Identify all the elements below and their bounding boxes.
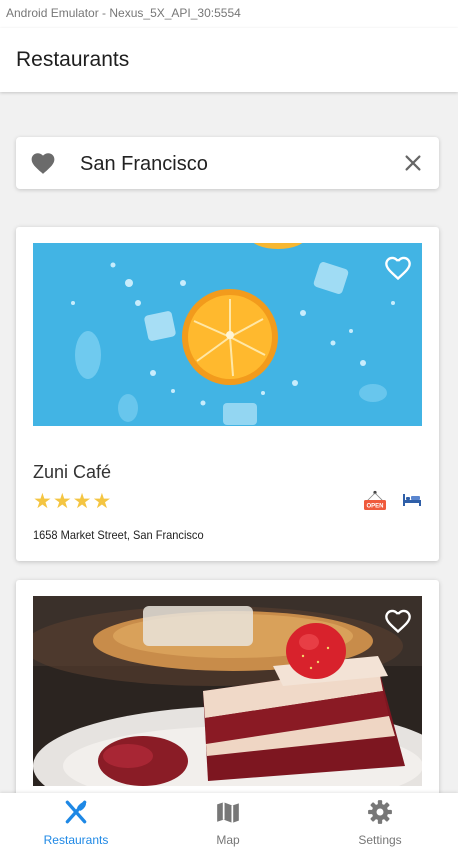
nav-settings[interactable]: Settings bbox=[304, 793, 456, 847]
restaurant-photo bbox=[33, 243, 422, 426]
nav-label: Restaurants bbox=[43, 833, 109, 847]
emulator-title: Android Emulator - Nexus_5X_API_30:5554 bbox=[0, 0, 458, 28]
search-input[interactable] bbox=[78, 149, 382, 179]
close-icon[interactable] bbox=[402, 152, 424, 174]
utensils-icon bbox=[65, 800, 87, 824]
open-sign-icon: OPEN bbox=[364, 490, 386, 510]
gear-icon bbox=[368, 800, 392, 824]
svg-text:OPEN: OPEN bbox=[366, 504, 383, 510]
app-bar: Restaurants bbox=[0, 28, 458, 92]
restaurant-address: 1658 Market Street, San Francisco bbox=[33, 528, 204, 542]
nav-map[interactable]: Map bbox=[152, 793, 304, 847]
heart-icon[interactable] bbox=[30, 151, 56, 175]
nav-label: Map bbox=[216, 833, 240, 847]
bed-icon bbox=[403, 494, 421, 506]
map-icon bbox=[217, 802, 239, 823]
restaurant-card[interactable]: Zuni Café ★★★★ OPEN 1658 Market Street, … bbox=[16, 227, 439, 561]
favorite-heart-icon[interactable] bbox=[384, 255, 412, 281]
nav-restaurants[interactable]: Restaurants bbox=[0, 793, 152, 847]
bottom-navigation: Restaurants Map Settings bbox=[0, 793, 458, 847]
restaurant-card[interactable] bbox=[16, 580, 439, 820]
restaurant-photo bbox=[33, 596, 422, 786]
search-bar bbox=[16, 137, 439, 189]
rating-stars: ★★★★ bbox=[33, 490, 113, 513]
restaurant-name: Zuni Café bbox=[33, 462, 112, 482]
favorite-heart-icon[interactable] bbox=[384, 608, 412, 634]
nav-label: Settings bbox=[358, 833, 402, 847]
page-title: Restaurants bbox=[16, 48, 130, 71]
